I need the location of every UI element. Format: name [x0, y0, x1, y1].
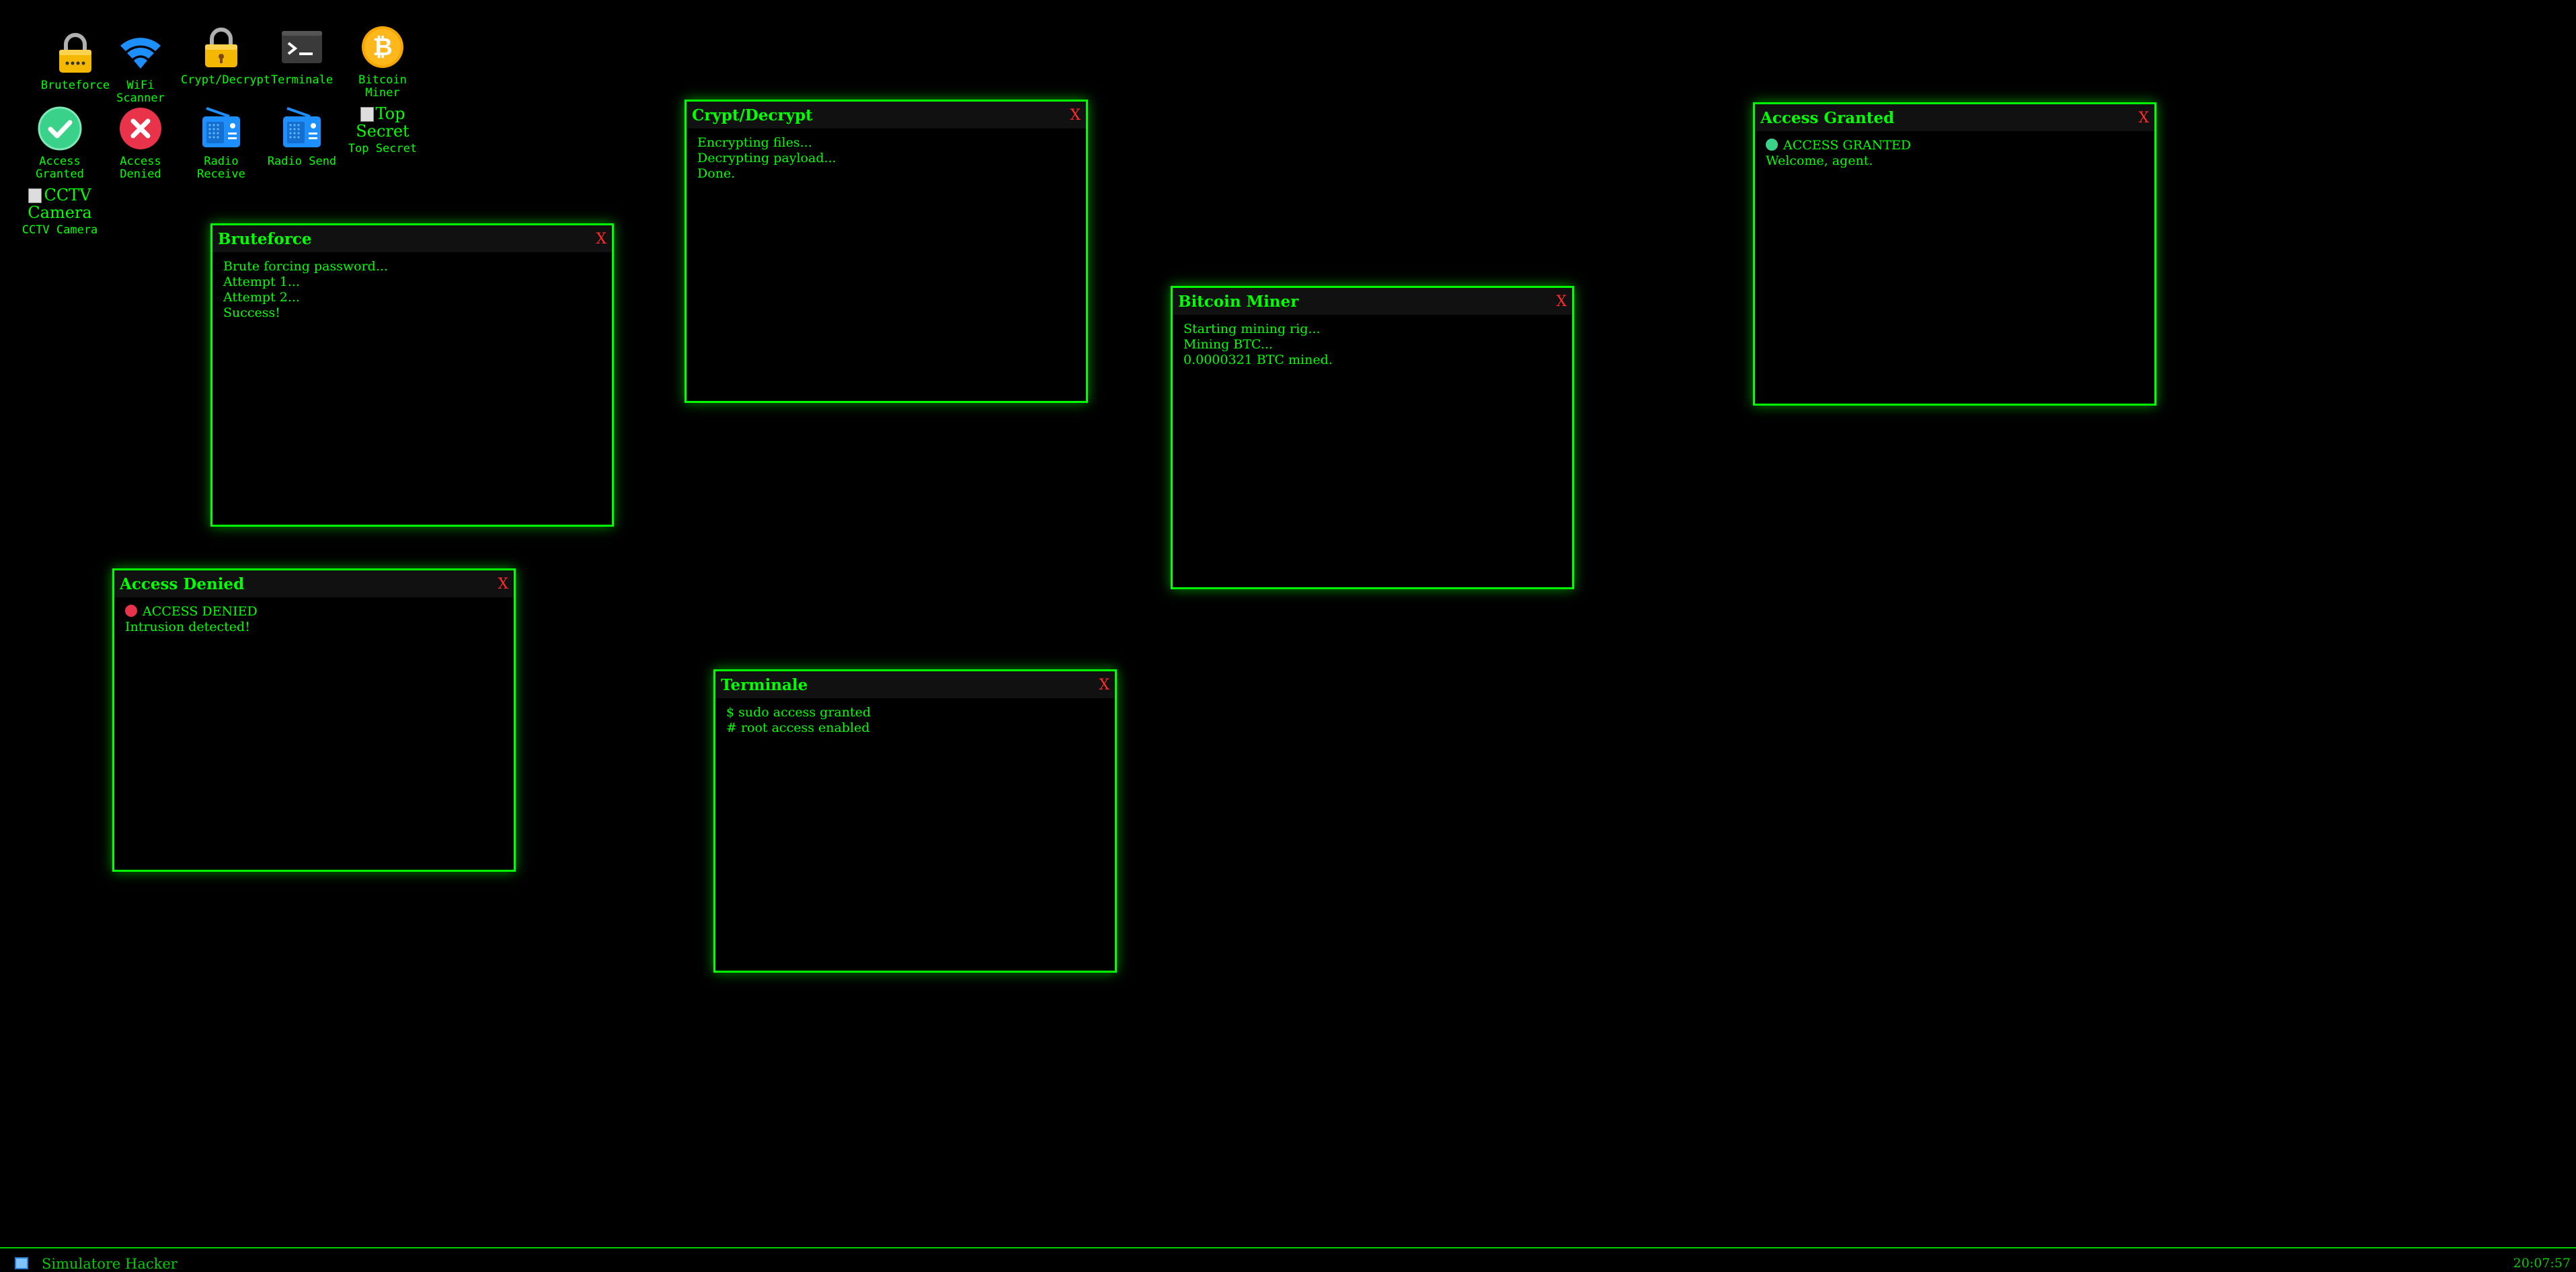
- window-access-granted[interactable]: Access Granted X ACCESS GRANTED Welcome,…: [1753, 102, 2156, 406]
- desktop-icon-terminale[interactable]: Terminale: [262, 23, 342, 87]
- desktop-icon-label: Terminale: [270, 73, 334, 87]
- taskbar-clock: 20:07:57: [2513, 1256, 2571, 1271]
- desktop-icon-label: Access Granted: [36, 155, 84, 181]
- desktop-icon-top-secret[interactable]: Top Secret Top Secret: [342, 105, 423, 155]
- window-access-denied[interactable]: Access Denied X ACCESS DENIED Intrusion …: [112, 568, 516, 872]
- svg-text:₿: ₿: [373, 34, 392, 61]
- close-button[interactable]: X: [1099, 677, 1109, 694]
- window-content: Starting mining rig... Mining BTC... 0.0…: [1173, 315, 1572, 375]
- window-title: Access Denied: [120, 574, 245, 593]
- output-line: Welcome, agent.: [1766, 153, 1873, 168]
- window-titlebar[interactable]: Bruteforce X: [212, 225, 612, 252]
- status-text: ACCESS GRANTED: [1783, 138, 1912, 153]
- window-titlebar[interactable]: Terminale X: [715, 671, 1115, 698]
- output-line: Encrypting files...: [697, 135, 812, 150]
- desktop-icon-label: Radio Send: [267, 155, 337, 168]
- broken-image-icon: [360, 107, 374, 122]
- window-titlebar[interactable]: Bitcoin Miner X: [1173, 288, 1572, 315]
- window-titlebar[interactable]: Access Granted X: [1755, 104, 2154, 131]
- window-title: Bitcoin Miner: [1178, 292, 1299, 311]
- status-text: ACCESS DENIED: [143, 604, 258, 619]
- status-line: ACCESS GRANTED: [1766, 138, 2144, 153]
- radio-icon: [197, 104, 245, 153]
- desktop-icon-label: Top Secret: [348, 142, 418, 155]
- taskbar: Simulatore Hacker 20:07:57: [0, 1247, 2576, 1272]
- status-dot-icon: [125, 605, 137, 617]
- close-button[interactable]: X: [1556, 293, 1567, 310]
- window-terminale[interactable]: Terminale X $ sudo access granted # root…: [713, 669, 1117, 973]
- terminal-icon: [278, 23, 326, 71]
- desktop-icon-label: CCTV Camera: [22, 223, 98, 237]
- cctv-camera-image: CCTV Camera: [19, 186, 100, 221]
- desktop-icon-label: Access Denied: [120, 155, 161, 181]
- bitcoin-icon: ₿: [358, 23, 407, 71]
- window-crypt-decrypt[interactable]: Crypt/Decrypt X Encrypting files... Decr…: [685, 100, 1088, 403]
- desktop-icon-radio-send[interactable]: Radio Send: [262, 104, 342, 168]
- output-line: Attempt 2...: [223, 290, 300, 305]
- window-content: ACCESS GRANTED Welcome, agent.: [1755, 131, 2154, 176]
- output-line: Attempt 1...: [223, 274, 300, 289]
- start-menu-icon[interactable]: [15, 1257, 28, 1269]
- check-circle-icon: [36, 104, 84, 153]
- status-line: ACCESS DENIED: [125, 604, 503, 620]
- output-line: Done.: [697, 166, 736, 181]
- window-content: Encrypting files... Decrypting payload..…: [687, 128, 1086, 188]
- output-line: Decrypting payload...: [697, 151, 836, 165]
- broken-image-icon: [28, 188, 42, 203]
- wifi-icon: [116, 28, 165, 77]
- output-line: Starting mining rig...: [1183, 322, 1321, 336]
- close-button[interactable]: X: [1070, 107, 1081, 124]
- window-bitcoin-miner[interactable]: Bitcoin Miner X Starting mining rig... M…: [1171, 286, 1574, 589]
- window-titlebar[interactable]: Access Denied X: [114, 570, 514, 597]
- close-button[interactable]: X: [498, 576, 508, 593]
- padlock-icon: [51, 28, 100, 77]
- desktop-icon-crypt-decrypt[interactable]: Crypt/Decrypt: [181, 23, 271, 87]
- output-line: Brute forcing password...: [223, 259, 388, 274]
- window-title: Terminale: [721, 675, 808, 694]
- desktop-icon-access-denied[interactable]: Access Denied: [100, 104, 181, 181]
- desktop-icon-label: Bitcoin Miner: [358, 73, 407, 100]
- desktop-icon-label: WiFi Scanner: [116, 79, 165, 105]
- close-button[interactable]: X: [2138, 110, 2149, 126]
- window-content: ACCESS DENIED Intrusion detected!: [114, 597, 514, 642]
- desktop-icon-bitcoin-miner[interactable]: ₿ Bitcoin Miner: [342, 23, 423, 100]
- window-content: Brute forcing password... Attempt 1... A…: [212, 252, 612, 328]
- radio-icon: [278, 104, 326, 153]
- desktop-icon-label: Radio Receive: [197, 155, 245, 181]
- x-circle-icon: [116, 104, 165, 153]
- desktop-icon-cctv-camera[interactable]: CCTV Camera CCTV Camera: [19, 186, 100, 237]
- desktop-icon-wifi-scanner[interactable]: WiFi Scanner: [100, 28, 181, 105]
- window-titlebar[interactable]: Crypt/Decrypt X: [687, 102, 1086, 128]
- output-line: $ sudo access granted: [726, 705, 871, 720]
- close-button[interactable]: X: [596, 231, 607, 248]
- window-title: Crypt/Decrypt: [692, 106, 813, 124]
- desktop-icon-access-granted[interactable]: Access Granted: [19, 104, 100, 181]
- window-title: Access Granted: [1760, 108, 1895, 127]
- taskbar-title: Simulatore Hacker: [42, 1256, 178, 1272]
- window-title: Bruteforce: [218, 229, 312, 248]
- window-content: $ sudo access granted # root access enab…: [715, 698, 1115, 743]
- desktop: Bruteforce WiFi Scanner Crypt/Decrypt Te…: [0, 0, 2576, 1247]
- output-line: Mining BTC...: [1183, 337, 1273, 352]
- output-line: # root access enabled: [726, 720, 870, 735]
- padlock-icon: [197, 23, 245, 71]
- window-bruteforce[interactable]: Bruteforce X Brute forcing password... A…: [210, 223, 614, 527]
- output-line: Intrusion detected!: [125, 620, 250, 634]
- top-secret-image: Top Secret: [342, 105, 423, 140]
- status-dot-icon: [1766, 139, 1778, 151]
- desktop-icon-label: Crypt/Decrypt: [181, 73, 271, 87]
- desktop-icon-radio-receive[interactable]: Radio Receive: [181, 104, 262, 181]
- output-line: Success!: [223, 305, 280, 320]
- output-line: 0.0000321 BTC mined.: [1183, 352, 1333, 367]
